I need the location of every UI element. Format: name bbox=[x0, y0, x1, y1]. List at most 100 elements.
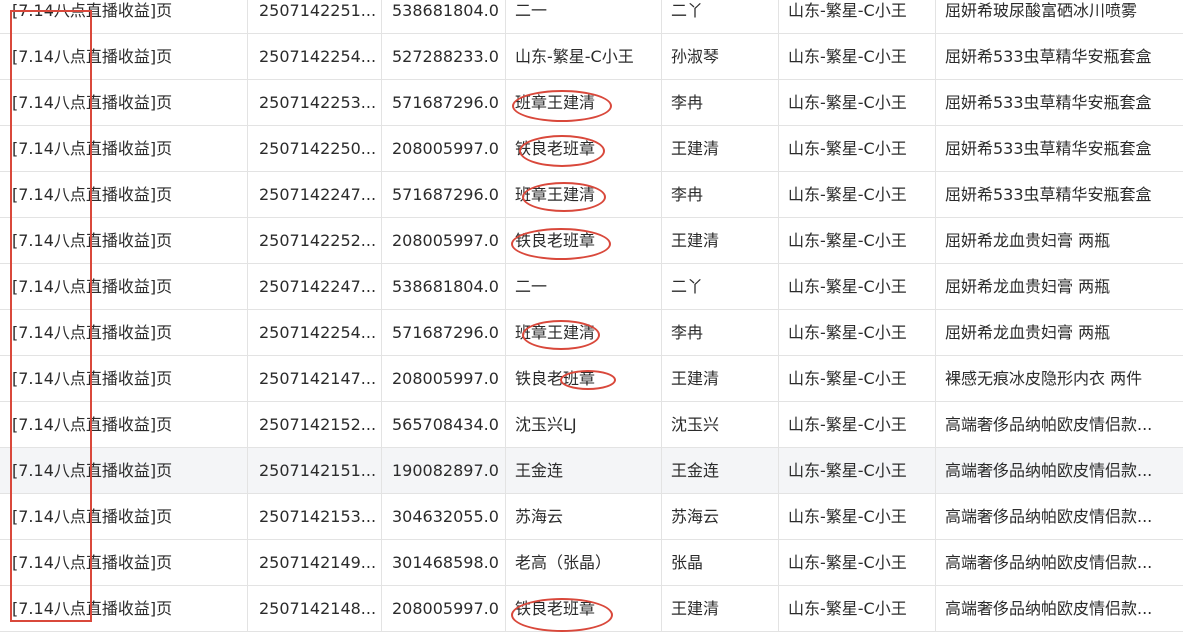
table-row[interactable]: [7.14八点直播收益]页 2507142252... 208005997.0 铁良老… bbox=[0, 218, 1183, 264]
user-id-cell[interactable]: 208005997.0 bbox=[382, 126, 506, 172]
product-cell[interactable]: 高端奢侈品纳帕欧皮情侣款... bbox=[936, 448, 1183, 494]
team-cell[interactable]: 山东-繁星-C小王 bbox=[779, 402, 936, 448]
order-id-cell[interactable]: 2507142151... bbox=[248, 448, 382, 494]
nickname-cell[interactable]: 班章王建清 bbox=[506, 172, 662, 218]
order-id-cell[interactable]: 2507142250... bbox=[248, 126, 382, 172]
nickname-cell[interactable]: 铁良老班章 bbox=[506, 356, 662, 402]
name-cell[interactable]: 张晶 bbox=[662, 540, 779, 586]
nickname-cell[interactable]: 班章王建清 bbox=[506, 310, 662, 356]
name-cell[interactable]: 王建清 bbox=[662, 126, 779, 172]
user-id-cell[interactable]: 571687296.0 bbox=[382, 172, 506, 218]
order-id-cell[interactable]: 2507142254... bbox=[248, 34, 382, 80]
name-cell[interactable]: 李冉 bbox=[662, 310, 779, 356]
table-row[interactable]: [7.14八点直播收益]页 2507142148... 208005997.0 铁良老… bbox=[0, 586, 1183, 632]
product-cell[interactable]: 屈妍希龙血贵妇膏 两瓶 bbox=[936, 264, 1183, 310]
table-row[interactable]: [7.14八点直播收益]页 2507142153... 304632055.0 苏海云… bbox=[0, 494, 1183, 540]
nickname-cell[interactable]: 铁良老班章 bbox=[506, 586, 662, 632]
source-cell[interactable]: [7.14八点直播收益]页 bbox=[3, 540, 248, 586]
name-cell[interactable]: 李冉 bbox=[662, 80, 779, 126]
team-cell[interactable]: 山东-繁星-C小王 bbox=[779, 80, 936, 126]
product-cell[interactable]: 高端奢侈品纳帕欧皮情侣款... bbox=[936, 540, 1183, 586]
team-cell[interactable]: 山东-繁星-C小王 bbox=[779, 218, 936, 264]
product-cell[interactable]: 高端奢侈品纳帕欧皮情侣款... bbox=[936, 586, 1183, 632]
team-cell[interactable]: 山东-繁星-C小王 bbox=[779, 264, 936, 310]
order-id-cell[interactable]: 2507142153... bbox=[248, 494, 382, 540]
name-cell[interactable]: 沈玉兴 bbox=[662, 402, 779, 448]
name-cell[interactable]: 苏海云 bbox=[662, 494, 779, 540]
user-id-cell[interactable]: 538681804.0 bbox=[382, 0, 506, 34]
user-id-cell[interactable]: 527288233.0 bbox=[382, 34, 506, 80]
nickname-cell[interactable]: 二一 bbox=[506, 0, 662, 34]
team-cell[interactable]: 山东-繁星-C小王 bbox=[779, 126, 936, 172]
nickname-cell[interactable]: 班章王建清 bbox=[506, 80, 662, 126]
table-row[interactable]: [7.14八点直播收益]页 2507142247... 538681804.0 二一二… bbox=[0, 264, 1183, 310]
source-cell[interactable]: [7.14八点直播收益]页 bbox=[3, 310, 248, 356]
nickname-cell[interactable]: 老高（张晶） bbox=[506, 540, 662, 586]
order-id-cell[interactable]: 2507142254... bbox=[248, 310, 382, 356]
order-id-cell[interactable]: 2507142251... bbox=[248, 0, 382, 34]
product-cell[interactable]: 高端奢侈品纳帕欧皮情侣款... bbox=[936, 494, 1183, 540]
nickname-cell[interactable]: 苏海云 bbox=[506, 494, 662, 540]
source-cell[interactable]: [7.14八点直播收益]页 bbox=[3, 586, 248, 632]
name-cell[interactable]: 二丫 bbox=[662, 264, 779, 310]
product-cell[interactable]: 裸感无痕冰皮隐形内衣 两件 bbox=[936, 356, 1183, 402]
user-id-cell[interactable]: 571687296.0 bbox=[382, 310, 506, 356]
team-cell[interactable]: 山东-繁星-C小王 bbox=[779, 310, 936, 356]
source-cell[interactable]: [7.14八点直播收益]页 bbox=[3, 448, 248, 494]
source-cell[interactable]: [7.14八点直播收益]页 bbox=[3, 80, 248, 126]
name-cell[interactable]: 李冉 bbox=[662, 172, 779, 218]
order-id-cell[interactable]: 2507142147... bbox=[248, 356, 382, 402]
source-cell[interactable]: [7.14八点直播收益]页 bbox=[3, 218, 248, 264]
nickname-cell[interactable]: 山东-繁星-C小王 bbox=[506, 34, 662, 80]
order-id-cell[interactable]: 2507142247... bbox=[248, 172, 382, 218]
user-id-cell[interactable]: 565708434.0 bbox=[382, 402, 506, 448]
table-row[interactable]: [7.14八点直播收益]页 2507142151... 190082897.0 王金连… bbox=[0, 448, 1183, 494]
nickname-cell[interactable]: 二一 bbox=[506, 264, 662, 310]
team-cell[interactable]: 山东-繁星-C小王 bbox=[779, 586, 936, 632]
table-row[interactable]: [7.14八点直播收益]页 2507142254... 527288233.0 山东-… bbox=[0, 34, 1183, 80]
table-row[interactable]: [7.14八点直播收益]页 2507142147... 208005997.0 铁良老… bbox=[0, 356, 1183, 402]
table-row[interactable]: [7.14八点直播收益]页 2507142152... 565708434.0 沈玉兴… bbox=[0, 402, 1183, 448]
table-row[interactable]: [7.14八点直播收益]页 2507142250... 208005997.0 铁良老… bbox=[0, 126, 1183, 172]
source-cell[interactable]: [7.14八点直播收益]页 bbox=[3, 0, 248, 34]
name-cell[interactable]: 王建清 bbox=[662, 218, 779, 264]
product-cell[interactable]: 屈妍希533虫草精华安瓶套盒 bbox=[936, 34, 1183, 80]
team-cell[interactable]: 山东-繁星-C小王 bbox=[779, 0, 936, 34]
user-id-cell[interactable]: 208005997.0 bbox=[382, 356, 506, 402]
source-cell[interactable]: [7.14八点直播收益]页 bbox=[3, 356, 248, 402]
source-cell[interactable]: [7.14八点直播收益]页 bbox=[3, 264, 248, 310]
source-cell[interactable]: [7.14八点直播收益]页 bbox=[3, 402, 248, 448]
source-cell[interactable]: [7.14八点直播收益]页 bbox=[3, 34, 248, 80]
source-cell[interactable]: [7.14八点直播收益]页 bbox=[3, 494, 248, 540]
order-id-cell[interactable]: 2507142247... bbox=[248, 264, 382, 310]
order-id-cell[interactable]: 2507142149... bbox=[248, 540, 382, 586]
user-id-cell[interactable]: 538681804.0 bbox=[382, 264, 506, 310]
team-cell[interactable]: 山东-繁星-C小王 bbox=[779, 494, 936, 540]
team-cell[interactable]: 山东-繁星-C小王 bbox=[779, 172, 936, 218]
team-cell[interactable]: 山东-繁星-C小王 bbox=[779, 448, 936, 494]
nickname-cell[interactable]: 铁良老班章 bbox=[506, 126, 662, 172]
source-cell[interactable]: [7.14八点直播收益]页 bbox=[3, 126, 248, 172]
name-cell[interactable]: 王建清 bbox=[662, 586, 779, 632]
nickname-cell[interactable]: 铁良老班章 bbox=[506, 218, 662, 264]
team-cell[interactable]: 山东-繁星-C小王 bbox=[779, 540, 936, 586]
user-id-cell[interactable]: 208005997.0 bbox=[382, 218, 506, 264]
table-row[interactable]: [7.14八点直播收益]页 2507142253... 571687296.0 班章王… bbox=[0, 80, 1183, 126]
user-id-cell[interactable]: 208005997.0 bbox=[382, 586, 506, 632]
product-cell[interactable]: 屈妍希533虫草精华安瓶套盒 bbox=[936, 80, 1183, 126]
product-cell[interactable]: 高端奢侈品纳帕欧皮情侣款... bbox=[936, 402, 1183, 448]
product-cell[interactable]: 屈妍希533虫草精华安瓶套盒 bbox=[936, 172, 1183, 218]
user-id-cell[interactable]: 571687296.0 bbox=[382, 80, 506, 126]
order-id-cell[interactable]: 2507142148... bbox=[248, 586, 382, 632]
user-id-cell[interactable]: 301468598.0 bbox=[382, 540, 506, 586]
nickname-cell[interactable]: 王金连 bbox=[506, 448, 662, 494]
table-row[interactable]: [7.14八点直播收益]页 2507142254... 571687296.0 班章王… bbox=[0, 310, 1183, 356]
order-id-cell[interactable]: 2507142253... bbox=[248, 80, 382, 126]
source-cell[interactable]: [7.14八点直播收益]页 bbox=[3, 172, 248, 218]
user-id-cell[interactable]: 190082897.0 bbox=[382, 448, 506, 494]
table-row[interactable]: [7.14八点直播收益]页 2507142251... 538681804.0 二一二… bbox=[0, 0, 1183, 34]
product-cell[interactable]: 屈妍希龙血贵妇膏 两瓶 bbox=[936, 218, 1183, 264]
product-cell[interactable]: 屈妍希龙血贵妇膏 两瓶 bbox=[936, 310, 1183, 356]
user-id-cell[interactable]: 304632055.0 bbox=[382, 494, 506, 540]
order-id-cell[interactable]: 2507142152... bbox=[248, 402, 382, 448]
